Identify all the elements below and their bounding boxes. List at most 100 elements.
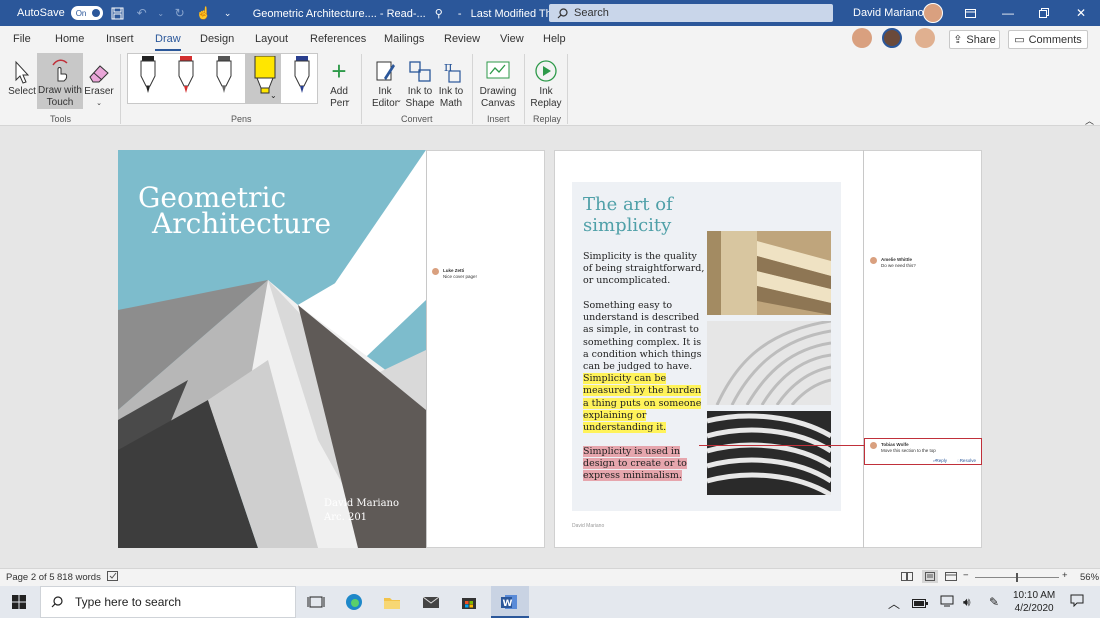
redo-icon[interactable]: ↻	[171, 4, 189, 22]
red-pen-icon[interactable]	[176, 56, 196, 94]
chevron-down-icon[interactable]: ⌄	[396, 96, 402, 104]
comments-button[interactable]: ▭ Comments	[1008, 30, 1088, 49]
page-count[interactable]: Page 2 of 5	[6, 572, 55, 583]
tab-draw[interactable]: Draw	[155, 33, 181, 51]
comment-tobias[interactable]: Tobias Wolfe Move this section to the to…	[864, 438, 982, 465]
touch-mode-icon[interactable]: ☝	[195, 4, 213, 22]
read-mode-icon[interactable]	[901, 571, 913, 585]
drawing-canvas-button[interactable]: Drawing Canvas	[478, 54, 518, 110]
paragraph-1[interactable]: Simplicity is the quality of being strai…	[583, 251, 705, 288]
search-placeholder: Search	[574, 7, 609, 19]
save-icon[interactable]	[109, 4, 127, 22]
task-view-icon[interactable]	[306, 592, 326, 612]
mail-icon[interactable]	[421, 592, 441, 612]
restore-icon[interactable]	[1025, 0, 1063, 26]
select-button[interactable]: Select	[8, 54, 36, 98]
dropdown-icon[interactable]: ⌄	[157, 4, 165, 22]
pen-gallery[interactable]: ⌄	[127, 53, 318, 104]
toggle-knob	[91, 9, 100, 17]
collaborator-avatar[interactable]	[882, 28, 902, 48]
collaborator-avatar[interactable]	[852, 28, 872, 48]
notifications-icon[interactable]	[1070, 594, 1084, 610]
store-icon[interactable]	[459, 592, 479, 612]
cover-image: Geometric Architecture David Mariano Arc…	[118, 150, 426, 548]
minimize-icon[interactable]: —	[989, 0, 1027, 26]
share-label: Share	[966, 33, 996, 46]
autosave-toggle[interactable]: On	[70, 6, 103, 20]
zoom-out-icon[interactable]: −	[963, 570, 969, 581]
user-name[interactable]: David Mariano	[853, 7, 924, 19]
ink-editor-label-2: Editor	[371, 98, 399, 109]
customize-toolbar-icon[interactable]: ⌄	[219, 4, 237, 22]
pen-workspace-icon[interactable]: ✎	[989, 595, 999, 609]
file-explorer-icon[interactable]	[382, 592, 402, 612]
ink-replay-button[interactable]: Ink Replay	[530, 54, 562, 110]
chevron-down-icon[interactable]: ⌄	[345, 96, 351, 104]
galaxy-pen-icon[interactable]	[292, 56, 312, 94]
photo-stairs[interactable]	[707, 231, 831, 315]
share-button[interactable]: ⇪ Share	[949, 30, 1000, 49]
comment-luke[interactable]: Luke Zetti Nice cover page!	[443, 268, 477, 279]
ink-to-math-button[interactable]: π Ink to Math	[436, 54, 466, 110]
paragraph-2[interactable]: Something easy to understand is describe…	[583, 300, 705, 434]
tab-design[interactable]: Design	[200, 33, 234, 45]
chevron-up-icon[interactable]: ︿	[888, 595, 900, 612]
windows-start-icon[interactable]	[12, 595, 26, 612]
article-title-line-2: simplicity	[583, 215, 672, 236]
proofing-icon[interactable]	[107, 571, 119, 585]
collapse-ribbon-icon[interactable]: ︿	[1085, 114, 1094, 127]
chevron-down-icon[interactable]: ⌄	[270, 91, 277, 100]
ribbon-display-options-icon[interactable]	[951, 0, 989, 26]
photo-curves-dark[interactable]	[707, 411, 831, 495]
edge-browser-icon[interactable]	[344, 592, 364, 612]
collaborator-avatar[interactable]	[915, 28, 935, 48]
tab-references[interactable]: References	[310, 33, 366, 45]
zoom-in-icon[interactable]: +	[1062, 570, 1068, 581]
eraser-icon	[87, 54, 111, 84]
draw-touch-label-2: Touch	[46, 97, 74, 108]
comment-icon: ▭	[1014, 34, 1025, 46]
web-layout-icon[interactable]	[945, 571, 957, 585]
cover-course: Arc. 201	[324, 512, 368, 523]
tab-help[interactable]: Help	[543, 33, 566, 45]
svg-text:W: W	[503, 599, 513, 609]
resolve-button[interactable]: ◌Resolve	[957, 458, 976, 464]
eraser-button[interactable]: Eraser ⌄	[84, 54, 114, 110]
drawing-canvas-icon	[485, 54, 511, 84]
draw-with-touch-button[interactable]: Draw with Touch	[37, 53, 83, 109]
volume-icon[interactable]: 🔊︎	[963, 595, 971, 610]
network-icon[interactable]	[940, 595, 954, 610]
reply-button[interactable]: ⤶Reply	[933, 458, 947, 464]
highlighted-text: Simplicity can be measured by the burden…	[583, 373, 702, 434]
undo-icon[interactable]: ↶	[133, 4, 151, 22]
zoom-level[interactable]: 56%	[1080, 572, 1099, 583]
commented-text: Simplicity is used in design to create o…	[583, 446, 687, 482]
clock-date: 4/2/2020	[1014, 603, 1054, 614]
tab-insert[interactable]: Insert	[106, 33, 134, 45]
comment-amelie[interactable]: Amelie Whittle Do we need this?	[881, 257, 916, 268]
taskbar-search-box[interactable]: Type here to search	[40, 586, 296, 618]
tab-home[interactable]: Home	[55, 33, 84, 45]
tab-view[interactable]: View	[500, 33, 524, 45]
print-layout-icon[interactable]	[922, 570, 938, 583]
yellow-highlighter-icon[interactable]	[253, 56, 277, 94]
comment-avatar	[432, 268, 439, 275]
taskbar: Type here to search W ︿ 🔊︎ ✎ 10:10 AM 4/…	[0, 586, 1100, 618]
word-count[interactable]: 818 words	[57, 572, 101, 583]
search-box[interactable]: Search	[549, 4, 833, 22]
black-pen-icon[interactable]	[138, 56, 158, 94]
close-icon[interactable]: ✕	[1062, 0, 1100, 26]
tab-file[interactable]: File	[13, 33, 31, 45]
tab-mailings[interactable]: Mailings	[384, 33, 424, 45]
pencil-icon[interactable]	[214, 56, 234, 94]
photo-curves-white[interactable]	[707, 321, 831, 405]
ink-to-shape-button[interactable]: Ink to Shape	[404, 54, 436, 110]
system-clock[interactable]: 10:10 AM 4/2/2020	[1013, 589, 1055, 615]
tab-layout[interactable]: Layout	[255, 33, 288, 45]
word-app-icon[interactable]: W	[499, 592, 519, 612]
zoom-slider-thumb[interactable]	[1016, 573, 1018, 582]
tab-review[interactable]: Review	[444, 33, 480, 45]
battery-icon[interactable]	[912, 597, 928, 611]
user-avatar[interactable]	[923, 3, 943, 23]
paragraph-3[interactable]: Simplicity is used in design to create o…	[583, 446, 705, 483]
